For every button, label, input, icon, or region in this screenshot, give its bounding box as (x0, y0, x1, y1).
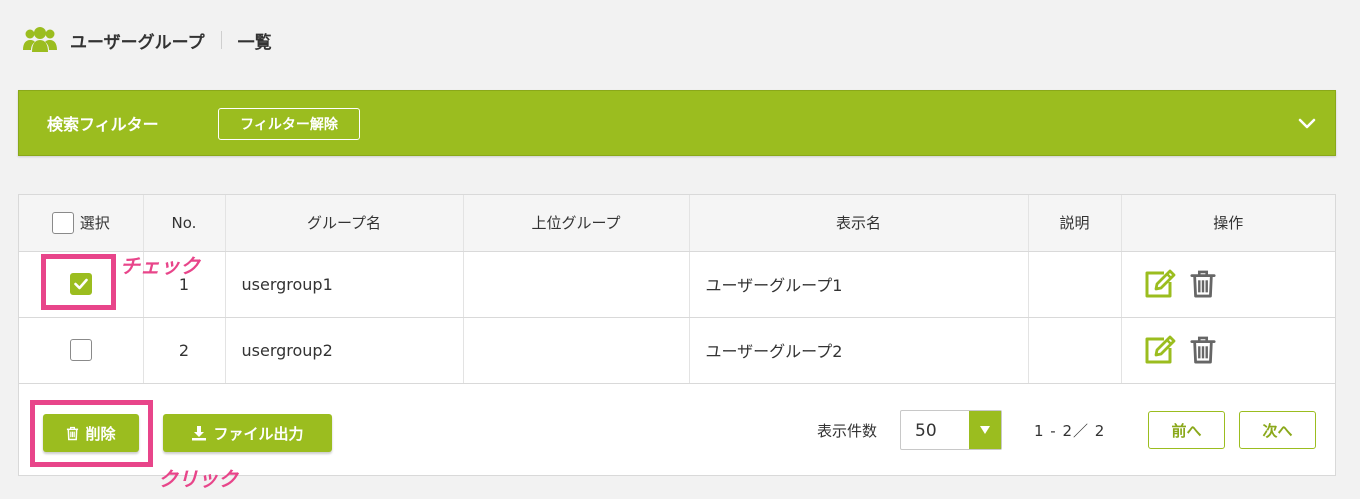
row-group-name: usergroup1 (225, 251, 464, 318)
clear-filter-button[interactable]: フィルター解除 (218, 108, 360, 140)
header-select: 選択 (19, 195, 144, 252)
header-select-label: 選択 (79, 214, 110, 233)
highlight-checkbox-box (41, 254, 116, 310)
users-icon (23, 27, 57, 52)
row-parent-group (463, 317, 690, 384)
per-page-value: 50 (915, 421, 937, 441)
row-checkbox[interactable] (69, 339, 92, 361)
annotation-check: チェック (120, 254, 200, 278)
row-no: 2 (143, 317, 226, 384)
header-actions: 操作 (1121, 195, 1335, 252)
row-description (1028, 317, 1122, 384)
trash-icon[interactable] (1189, 269, 1216, 299)
header-parent-group: 上位グループ (463, 195, 690, 252)
per-page-select[interactable]: 50 (900, 410, 1002, 450)
table-header-row: 選択 No. グループ名 上位グループ 表示名 説明 操作 (19, 195, 1335, 252)
row-parent-group (463, 251, 690, 318)
row-description (1028, 251, 1122, 318)
row-actions (1121, 317, 1335, 384)
dropdown-arrow-icon[interactable] (969, 411, 1001, 449)
download-icon (192, 426, 207, 441)
header-description: 説明 (1028, 195, 1122, 252)
row-display-name: ユーザーグループ2 (689, 317, 1029, 384)
header-divider (220, 31, 222, 49)
row-display-name: ユーザーグループ1 (689, 251, 1029, 318)
per-page-label: 表示件数 (817, 422, 878, 440)
page-title: ユーザーグループ (70, 32, 205, 53)
edit-icon[interactable] (1142, 334, 1176, 366)
header-display-name: 表示名 (689, 195, 1029, 252)
row-select-cell (19, 317, 144, 384)
header-group-name: グループ名 (225, 195, 464, 252)
table-row: 1 usergroup1 ユーザーグループ1 (19, 251, 1335, 318)
select-all-checkbox[interactable] (51, 211, 74, 234)
annotation-click: クリック (158, 467, 238, 491)
chevron-down-icon[interactable] (1297, 113, 1317, 133)
prev-page-button[interactable]: 前へ (1148, 411, 1225, 449)
row-actions (1121, 251, 1335, 318)
trash-icon[interactable] (1189, 335, 1216, 365)
pagination-range: 1 - 2／ 2 (1034, 422, 1106, 440)
header-no: No. (143, 195, 226, 252)
page-header: ユーザーグループ 一覧 (22, 26, 272, 54)
next-page-button[interactable]: 次へ (1239, 411, 1316, 449)
export-button-label: ファイル出力 (213, 424, 304, 443)
row-group-name: usergroup2 (225, 317, 464, 384)
table-row: 2 usergroup2 ユーザーグループ2 (19, 317, 1335, 384)
edit-icon[interactable] (1142, 268, 1176, 300)
filter-title: 検索フィルター (47, 115, 159, 134)
export-file-button[interactable]: ファイル出力 (163, 414, 332, 452)
search-filter-bar[interactable]: 検索フィルター フィルター解除 (18, 90, 1336, 156)
page-subtitle: 一覧 (237, 32, 272, 53)
highlight-delete-box (30, 400, 153, 467)
group-table: 選択 No. グループ名 上位グループ 表示名 説明 操作 1 usergrou… (19, 195, 1335, 384)
